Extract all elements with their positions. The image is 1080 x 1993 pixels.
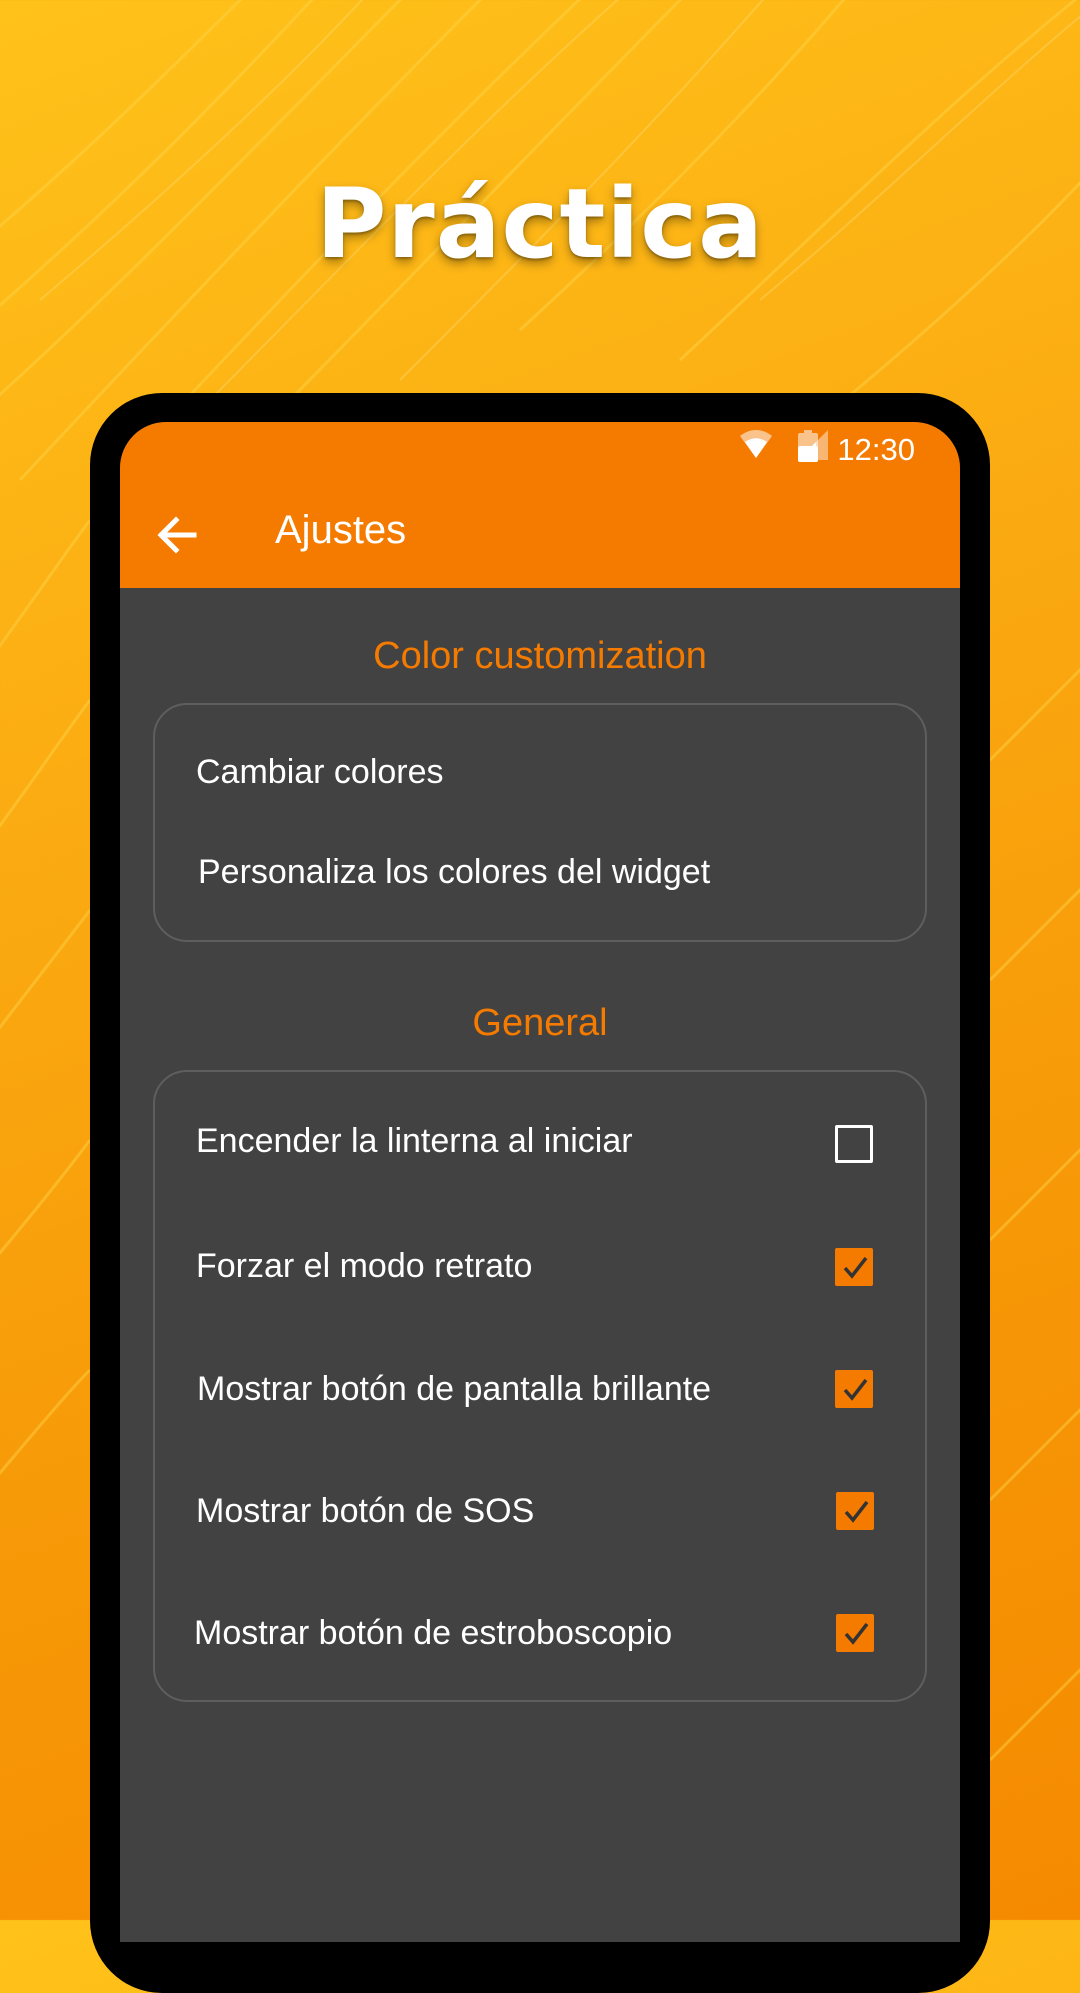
checkbox-force-portrait[interactable] xyxy=(835,1248,873,1286)
status-time: 12:30 xyxy=(837,432,915,467)
pref-label: Forzar el modo retrato xyxy=(196,1247,533,1285)
phone-screen: 12:30 Ajustes Color customization Cambia… xyxy=(120,422,960,1942)
change-colors-title: Cambiar colores xyxy=(196,753,444,791)
arrow-back-icon xyxy=(157,516,197,554)
change-colors-summary: Personaliza los colores del widget xyxy=(198,853,711,891)
pref-label: Mostrar botón de estroboscopio xyxy=(194,1614,673,1652)
check-icon xyxy=(844,1622,869,1645)
status-bar: 12:30 xyxy=(120,422,960,478)
pref-row-sos-button[interactable]: Mostrar botón de SOS xyxy=(155,1460,925,1560)
pref-row-bright-screen-button[interactable]: Mostrar botón de pantalla brillante xyxy=(155,1338,925,1438)
pref-row-strobe-button[interactable]: Mostrar botón de estroboscopio xyxy=(155,1582,925,1682)
check-icon xyxy=(843,1256,868,1279)
wifi-icon xyxy=(740,430,772,458)
change-colors-item[interactable]: Cambiar colores Personaliza los colores … xyxy=(155,705,925,942)
back-button[interactable] xyxy=(150,508,204,562)
app-bar: 12:30 Ajustes xyxy=(120,422,960,588)
section-header-color-customization: Color customization xyxy=(373,635,707,677)
check-icon xyxy=(844,1500,869,1523)
pref-row-force-portrait[interactable]: Forzar el modo retrato xyxy=(155,1215,925,1315)
battery-icon xyxy=(798,430,818,462)
checkbox-strobe-button[interactable] xyxy=(836,1614,874,1652)
checkbox-bright-screen-button[interactable] xyxy=(835,1370,873,1408)
check-icon xyxy=(843,1378,868,1401)
pref-label: Mostrar botón de pantalla brillante xyxy=(197,1370,712,1408)
color-customization-card: Cambiar colores Personaliza los colores … xyxy=(153,703,927,942)
pref-label: Mostrar botón de SOS xyxy=(196,1492,535,1530)
promo-title: Práctica xyxy=(316,168,764,280)
section-header-general: General xyxy=(472,1002,608,1044)
pref-label: Encender la linterna al iniciar xyxy=(196,1122,633,1160)
page-title: Ajustes xyxy=(275,508,407,552)
general-card: Encender la linterna al iniciar Forzar e… xyxy=(153,1070,927,1702)
checkbox-sos-button[interactable] xyxy=(836,1492,874,1530)
checkbox-flashlight-on-start[interactable] xyxy=(835,1125,873,1163)
pref-row-flashlight-on-start[interactable]: Encender la linterna al iniciar xyxy=(155,1092,925,1192)
